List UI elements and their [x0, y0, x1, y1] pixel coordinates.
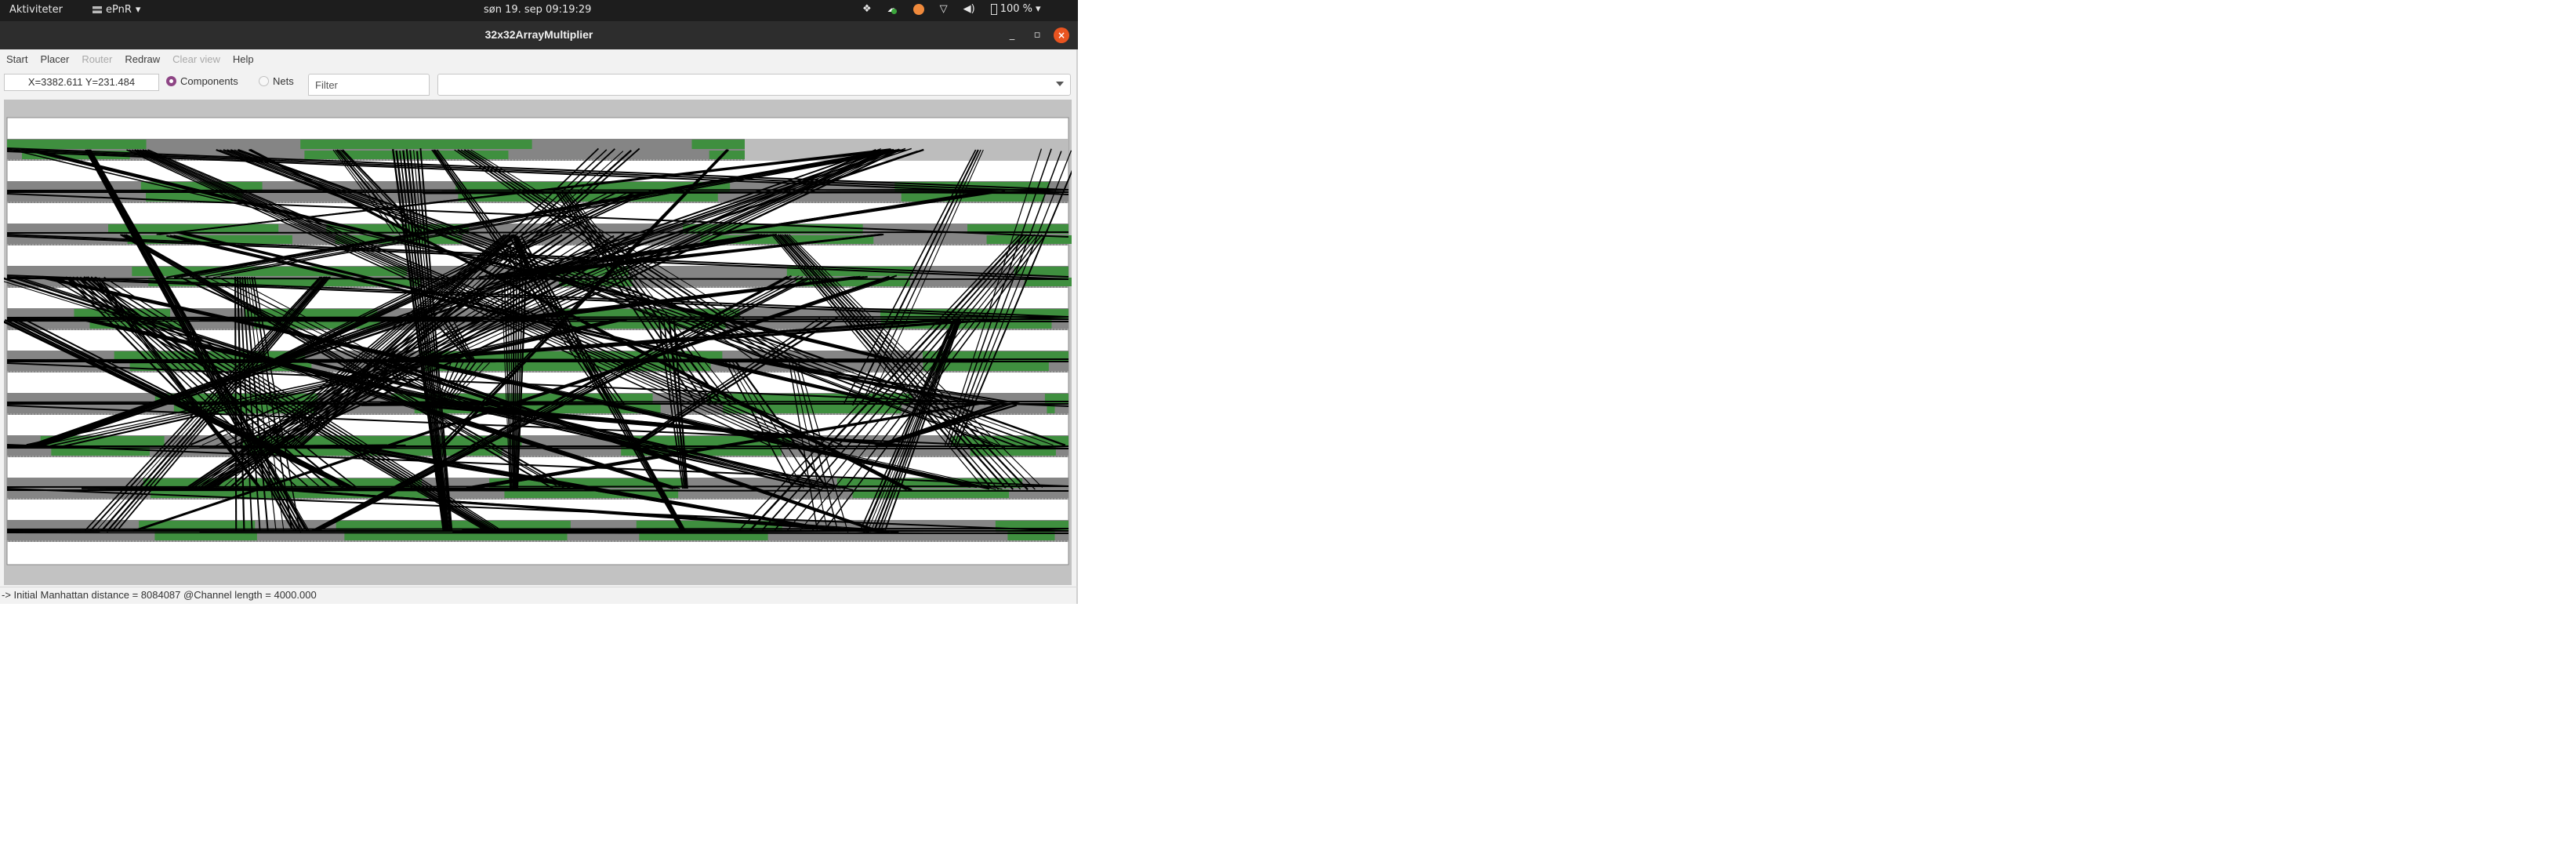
menu-help[interactable]: Help [227, 49, 260, 70]
layout-drawing[interactable] [4, 100, 1072, 585]
wifi-icon[interactable]: ▽ [940, 3, 948, 15]
close-button[interactable]: × [1054, 27, 1069, 43]
menu-placer[interactable]: Placer [34, 49, 75, 70]
system-top-bar: Aktiviteter ePnR ▾ søn 19. sep 09:19:29 … [0, 0, 1078, 21]
net-select-dropdown[interactable] [437, 74, 1071, 96]
clock[interactable]: søn 19. sep 09:19:29 [484, 4, 591, 16]
window-title: 32x32ArrayMultiplier [484, 28, 593, 41]
battery-percent: 100 % [1000, 3, 1033, 15]
chevron-down-icon: ▾ [135, 4, 141, 16]
chevron-down-icon: ▾ [1036, 3, 1041, 15]
filter-input[interactable]: Filter [308, 74, 430, 96]
menu-redraw[interactable]: Redraw [118, 49, 166, 70]
cell-block [7, 140, 147, 149]
status-bar: -> Initial Manhattan distance = 8084087 … [0, 587, 1078, 603]
system-tray[interactable]: ❖ ☁ ▽ ◀) 100 % ▾ [862, 3, 1041, 15]
layout-canvas[interactable] [4, 100, 1072, 585]
coordinate-readout: X=3382.611 Y=231.484 [4, 74, 159, 91]
net-trunk [6, 320, 1069, 322]
nets-radio-label: Nets [273, 75, 294, 87]
net-trunk [6, 316, 1069, 318]
chevron-down-icon [1056, 82, 1064, 86]
cell-block [300, 140, 532, 149]
redshift-icon[interactable] [912, 3, 924, 15]
cell-block [132, 267, 408, 276]
components-radio-label: Components [180, 75, 238, 87]
volume-icon[interactable]: ◀) [963, 3, 975, 15]
menu-bar: Start Placer Router Redraw Clear view He… [0, 49, 260, 70]
battery-icon[interactable]: 100 % ▾ [990, 3, 1041, 15]
app-menu[interactable]: ePnR ▾ [93, 4, 140, 16]
window-title-bar[interactable]: 32x32ArrayMultiplier _ ▫ × [0, 21, 1078, 49]
net-trunk [6, 189, 1069, 191]
toolbar: X=3382.611 Y=231.484 Components Nets Fil… [0, 71, 1076, 96]
net-trunk [6, 231, 1069, 234]
menu-start[interactable]: Start [0, 49, 34, 70]
minimize-button[interactable]: _ [1004, 27, 1020, 43]
net-trunk [6, 447, 1069, 449]
menu-router: Router [82, 53, 113, 65]
radio-selected-icon [166, 76, 176, 86]
menu-clear-view: Clear view [172, 53, 220, 65]
net-trunk [6, 489, 1069, 492]
app-window: Start Placer Router Redraw Clear view He… [0, 49, 1078, 604]
maximize-button[interactable]: ▫ [1029, 27, 1045, 43]
activities-button[interactable]: Aktiviteter [9, 4, 63, 16]
dropbox-icon[interactable]: ❖ [862, 3, 872, 15]
net-trunk [6, 278, 1069, 280]
nets-radio[interactable]: Nets [259, 75, 294, 87]
app-icon [93, 6, 102, 13]
components-radio[interactable]: Components [166, 75, 238, 87]
cloud-sync-icon[interactable]: ☁ [887, 3, 898, 15]
app-menu-label: ePnR [106, 4, 132, 16]
net-trunk [6, 358, 1069, 361]
net-trunk [6, 485, 1069, 488]
radio-unselected-icon [259, 76, 269, 86]
